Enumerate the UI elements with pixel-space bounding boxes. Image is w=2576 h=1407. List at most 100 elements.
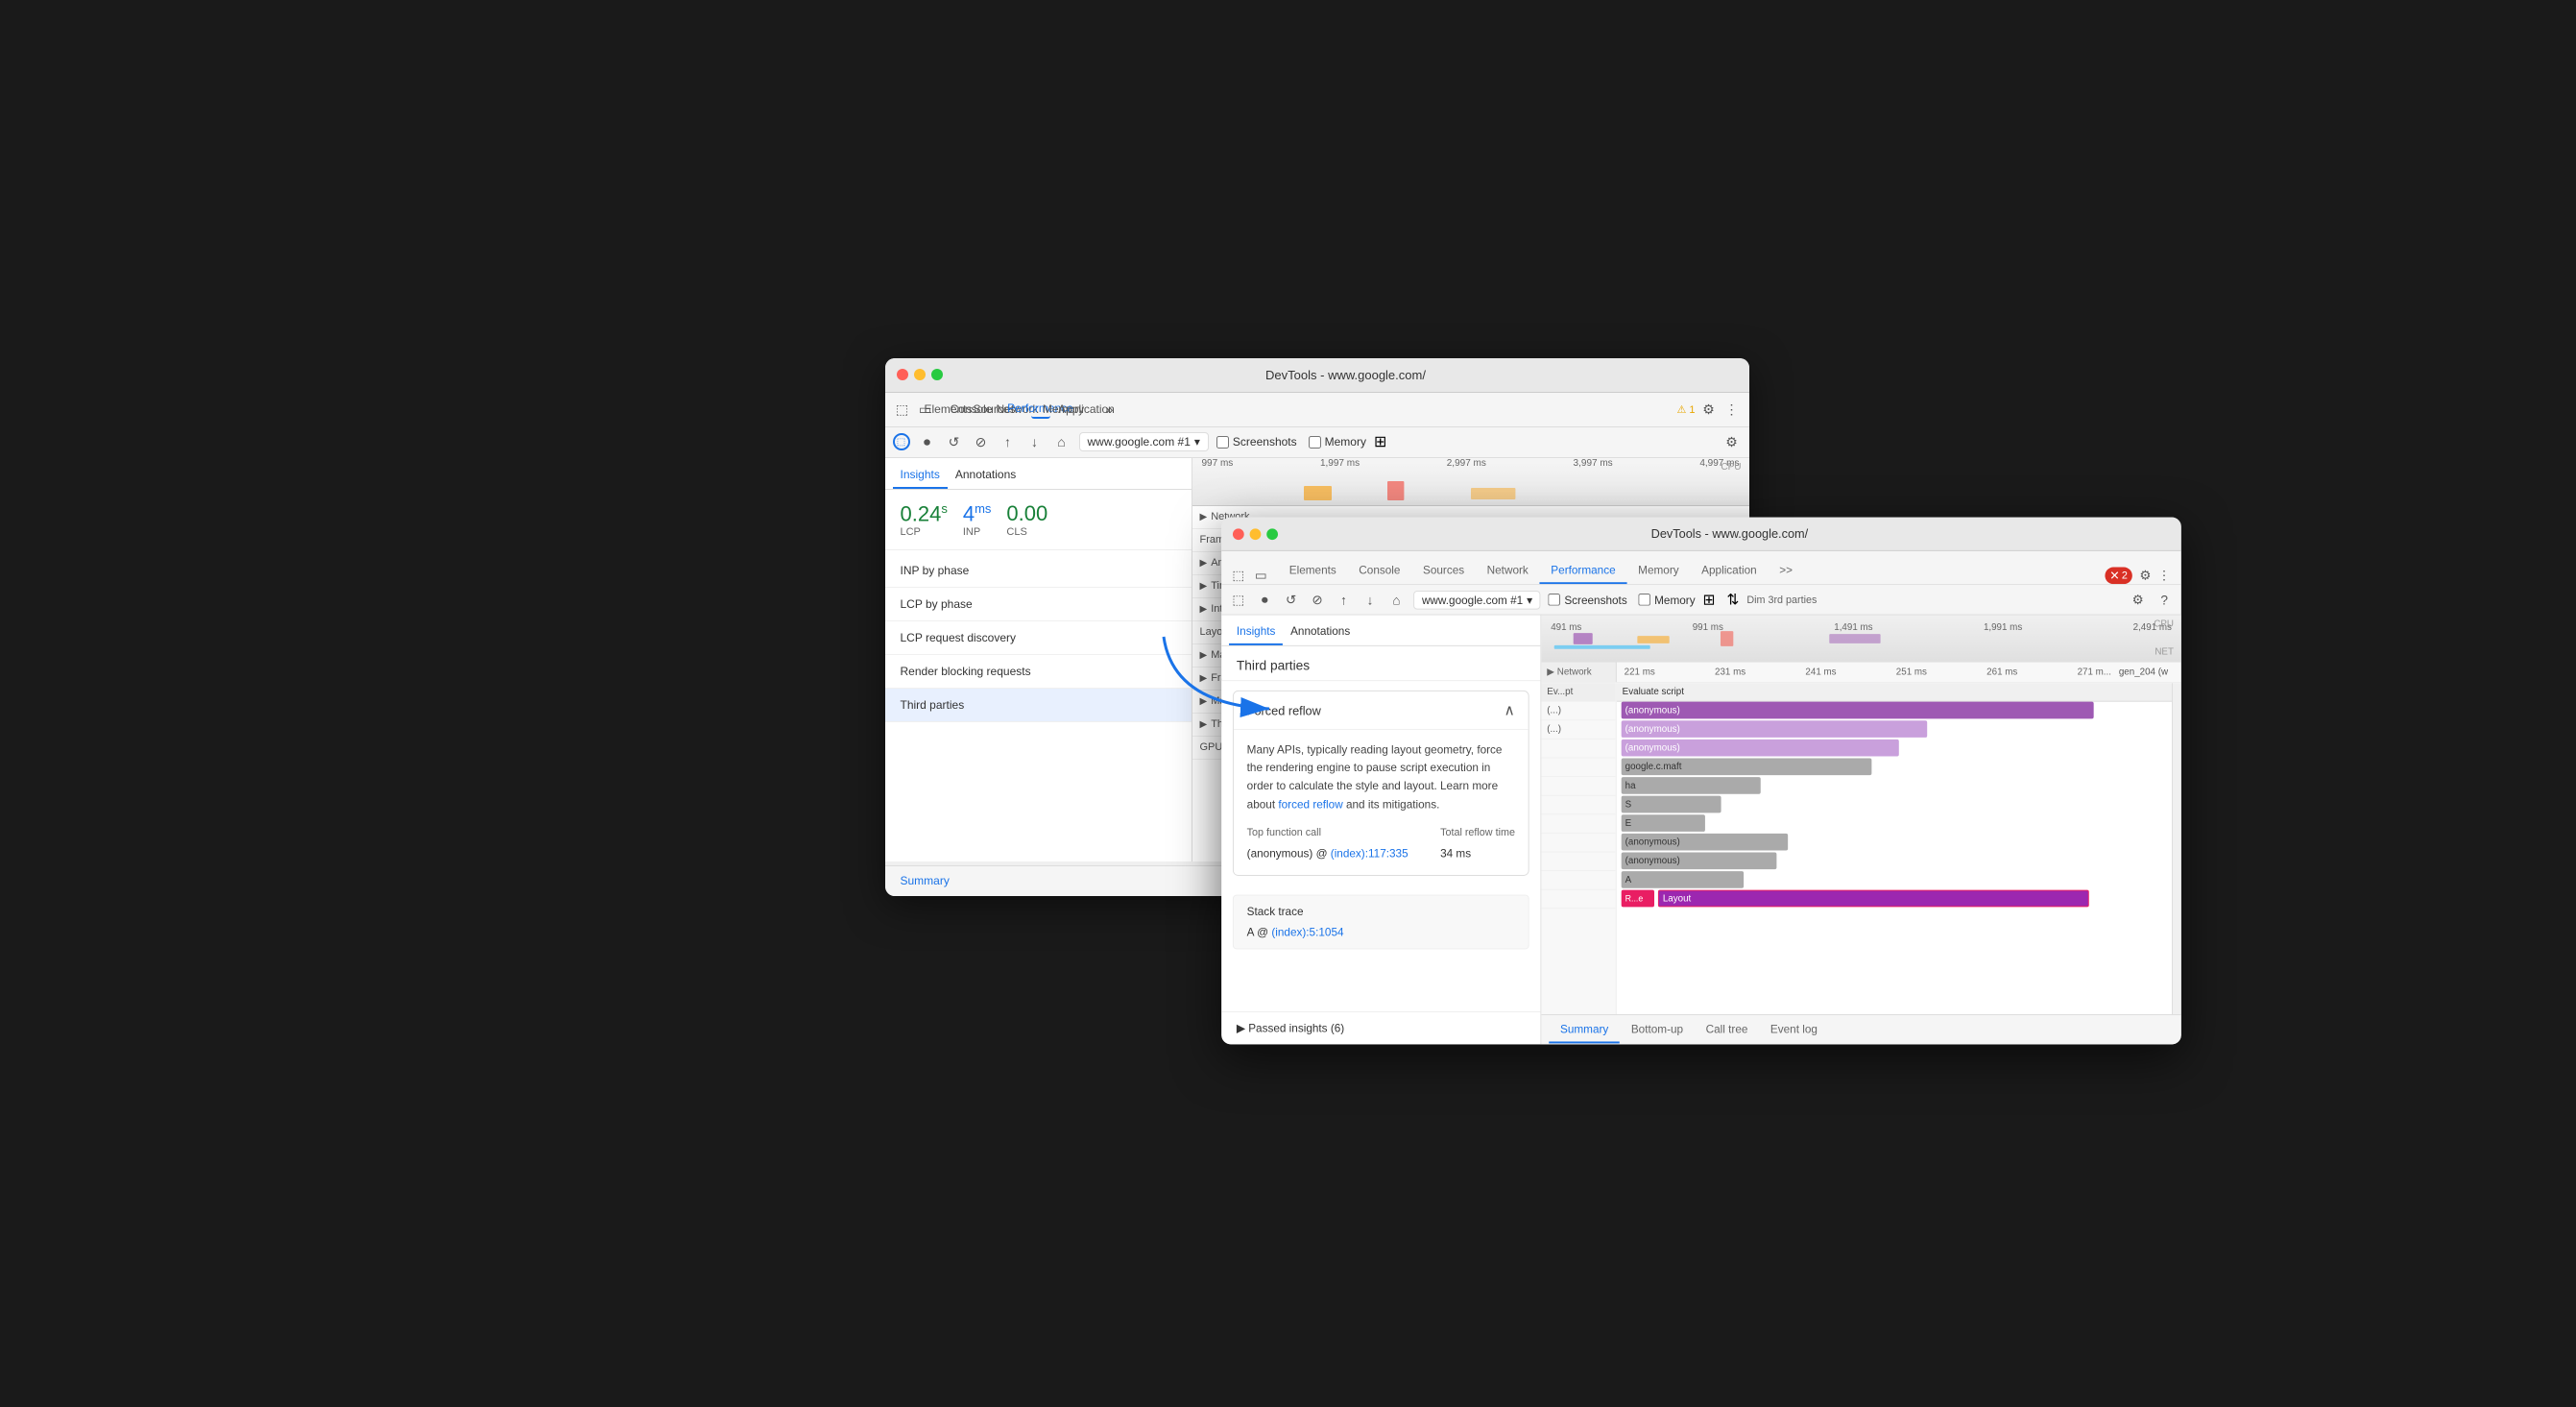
- bg-minimize-button[interactable]: [914, 369, 926, 380]
- fg-bar-ha[interactable]: ha: [1621, 777, 1760, 794]
- fg-bottom-tab-event-log[interactable]: Event log: [1759, 1016, 1829, 1042]
- fg-bar-a[interactable]: A: [1621, 871, 1743, 888]
- bg-memory-input[interactable]: [1309, 436, 1321, 449]
- fg-bar-anon4[interactable]: (anonymous): [1621, 833, 1787, 850]
- bg-screenshots-checkbox[interactable]: Screenshots: [1216, 435, 1297, 449]
- fg-upload-icon[interactable]: ↑: [1334, 590, 1353, 609]
- fg-function-link[interactable]: (index):117:335: [1330, 846, 1408, 860]
- fg-tab-memory[interactable]: Memory: [1626, 557, 1690, 583]
- fg-maximize-button[interactable]: [1266, 527, 1278, 539]
- fg-bar-anon3[interactable]: (anonymous): [1621, 739, 1898, 756]
- bg-insight-render-blocking[interactable]: Render blocking requests: [885, 655, 1192, 689]
- bg-close-button[interactable]: [897, 369, 908, 380]
- bg-refresh-icon[interactable]: ↺: [945, 432, 964, 451]
- fg-bar-google-maft[interactable]: google.c.maft: [1621, 758, 1870, 775]
- fg-tab-annotations-inner[interactable]: Annotations: [1283, 619, 1358, 644]
- fg-label-empty6: [1541, 833, 1615, 852]
- fg-bar-anon5[interactable]: (anonymous): [1621, 852, 1776, 869]
- fg-flame-content[interactable]: Evaluate script (anonymous) (anonymous) …: [1616, 683, 2171, 1014]
- fg-bar-layout[interactable]: Layout: [1657, 889, 2087, 907]
- bg-settings-icon[interactable]: ⚙: [1699, 400, 1719, 419]
- bg-url-dropdown-icon[interactable]: ▾: [1194, 435, 1200, 449]
- fg-tab-network[interactable]: Network: [1475, 557, 1539, 583]
- fg-bar-anon2[interactable]: (anonymous): [1621, 720, 1926, 738]
- bg-upload-icon[interactable]: ↑: [999, 432, 1018, 451]
- fg-clear-icon[interactable]: ⊘: [1308, 590, 1327, 609]
- fg-home-icon[interactable]: ⌂: [1386, 590, 1406, 609]
- fg-tab-console[interactable]: Console: [1347, 557, 1411, 583]
- fg-screenshots-checkbox[interactable]: Screenshots: [1548, 593, 1626, 606]
- bg-cls-label: CLS: [1006, 526, 1047, 538]
- bg-maximize-button[interactable]: [931, 369, 943, 380]
- bg-more-icon[interactable]: ⋮: [1722, 400, 1742, 419]
- fg-bar-e[interactable]: E: [1621, 814, 1704, 832]
- bg-home-icon[interactable]: ⌂: [1052, 432, 1071, 451]
- bg-insight-lcp-request[interactable]: LCP request discovery: [885, 621, 1192, 655]
- bg-download-icon[interactable]: ↓: [1025, 432, 1045, 451]
- fg-bar-re[interactable]: R...e: [1621, 889, 1653, 907]
- fg-tick-251: 251 ms: [1895, 667, 1926, 677]
- fg-tab-performance[interactable]: Performance: [1539, 557, 1626, 583]
- fg-mini-overview[interactable]: 491 ms 991 ms 1,491 ms 1,991 ms 2,491 ms…: [1541, 615, 2180, 661]
- fg-tab-elements[interactable]: Elements: [1278, 557, 1348, 583]
- fg-bottom-tab-summary[interactable]: Summary: [1549, 1016, 1620, 1042]
- bg-inspect-icon[interactable]: ⬚: [893, 400, 912, 419]
- fg-settings-icon[interactable]: ⚙: [2135, 565, 2155, 584]
- fg-panel-icon[interactable]: ⬚: [1229, 590, 1248, 609]
- fg-more-icon[interactable]: ⋮: [2155, 565, 2174, 584]
- bg-timings-arrow: ▶: [1200, 581, 1208, 592]
- fg-refresh-icon[interactable]: ↺: [1281, 590, 1300, 609]
- fg-record-icon[interactable]: ⏺: [1255, 590, 1274, 609]
- fg-stack-entry-link[interactable]: (index):5:1054: [1271, 925, 1343, 938]
- fg-download-icon[interactable]: ↓: [1360, 590, 1380, 609]
- bg-insight-inp-by-phase[interactable]: INP by phase: [885, 554, 1192, 588]
- fg-close-button[interactable]: [1232, 527, 1243, 539]
- bg-tab-insights[interactable]: Insights: [893, 462, 948, 489]
- fg-cpu-label: CPU: [2154, 619, 2174, 629]
- fg-minimize-button[interactable]: [1249, 527, 1261, 539]
- bg-metric-lcp: 0.24s LCP: [901, 501, 948, 538]
- bg-settings-icon2[interactable]: ⚙: [1722, 432, 1742, 451]
- fg-tab-more[interactable]: >>: [1768, 557, 1803, 583]
- fg-bar-anon1[interactable]: (anonymous): [1621, 701, 2092, 718]
- fg-settings-icon2[interactable]: ⚙: [2128, 590, 2147, 609]
- bg-memory-checkbox[interactable]: Memory: [1309, 435, 1366, 449]
- bg-url-text: www.google.com #1: [1088, 435, 1191, 449]
- fg-url-dropdown-icon[interactable]: ▾: [1527, 593, 1532, 606]
- fg-screenshots-input[interactable]: [1548, 593, 1560, 605]
- fg-url-chip[interactable]: www.google.com #1 ▾: [1413, 590, 1541, 609]
- bg-mini-timeline[interactable]: 997 ms 1,997 ms 2,997 ms 3,997 ms 4,997 …: [1192, 458, 1749, 506]
- bg-more-tabs[interactable]: »: [1100, 400, 1119, 419]
- bg-url-chip[interactable]: www.google.com #1 ▾: [1079, 432, 1209, 451]
- fg-tick-221: 221 ms: [1624, 667, 1654, 677]
- fg-bottom-tab-bottom-up[interactable]: Bottom-up: [1620, 1016, 1695, 1042]
- fg-memory-input[interactable]: [1638, 593, 1650, 605]
- bg-scale-2997: 2,997 ms: [1447, 458, 1486, 469]
- fg-help-icon[interactable]: ?: [2155, 590, 2174, 609]
- fg-passed-insights[interactable]: ▶ Passed insights (6): [1221, 1011, 1540, 1044]
- fg-right-scrollbar[interactable]: [2172, 683, 2181, 1014]
- fg-flame-left-labels: Ev...pt (...) (...): [1541, 683, 1616, 1014]
- bg-application-tab[interactable]: Application: [1077, 400, 1096, 419]
- bg-stop-icon[interactable]: ⏺: [918, 432, 937, 451]
- bg-clear-icon[interactable]: ⊘: [972, 432, 991, 451]
- fg-network-icon[interactable]: ⊞: [1702, 590, 1715, 609]
- fg-collapse-icon[interactable]: ∧: [1504, 700, 1514, 719]
- bg-left-panel: Insights Annotations 0.24s LCP 4ms INP 0…: [885, 458, 1192, 861]
- bg-insight-third-parties[interactable]: Third parties: [885, 689, 1192, 722]
- bg-network-condition-icon[interactable]: ⊞: [1374, 432, 1386, 451]
- fg-inspect-icon[interactable]: ⬚: [1229, 565, 1248, 584]
- bg-record-icon[interactable]: ⬚: [893, 433, 910, 450]
- bg-tab-annotations[interactable]: Annotations: [948, 462, 1023, 489]
- bg-screenshots-input[interactable]: [1216, 436, 1229, 449]
- fg-devices-icon[interactable]: ▭: [1251, 565, 1270, 584]
- fg-sync-icon[interactable]: ⇅: [1726, 590, 1739, 609]
- fg-memory-checkbox[interactable]: Memory: [1638, 593, 1695, 606]
- fg-label-empty9: [1541, 889, 1615, 909]
- fg-bar-s[interactable]: S: [1621, 795, 1721, 813]
- fg-bottom-tab-call-tree[interactable]: Call tree: [1694, 1016, 1758, 1042]
- bg-insight-lcp-by-phase[interactable]: LCP by phase: [885, 588, 1192, 621]
- fg-forced-reflow-link[interactable]: forced reflow: [1278, 797, 1342, 811]
- fg-tab-sources[interactable]: Sources: [1411, 557, 1476, 583]
- fg-tab-application[interactable]: Application: [1690, 557, 1768, 583]
